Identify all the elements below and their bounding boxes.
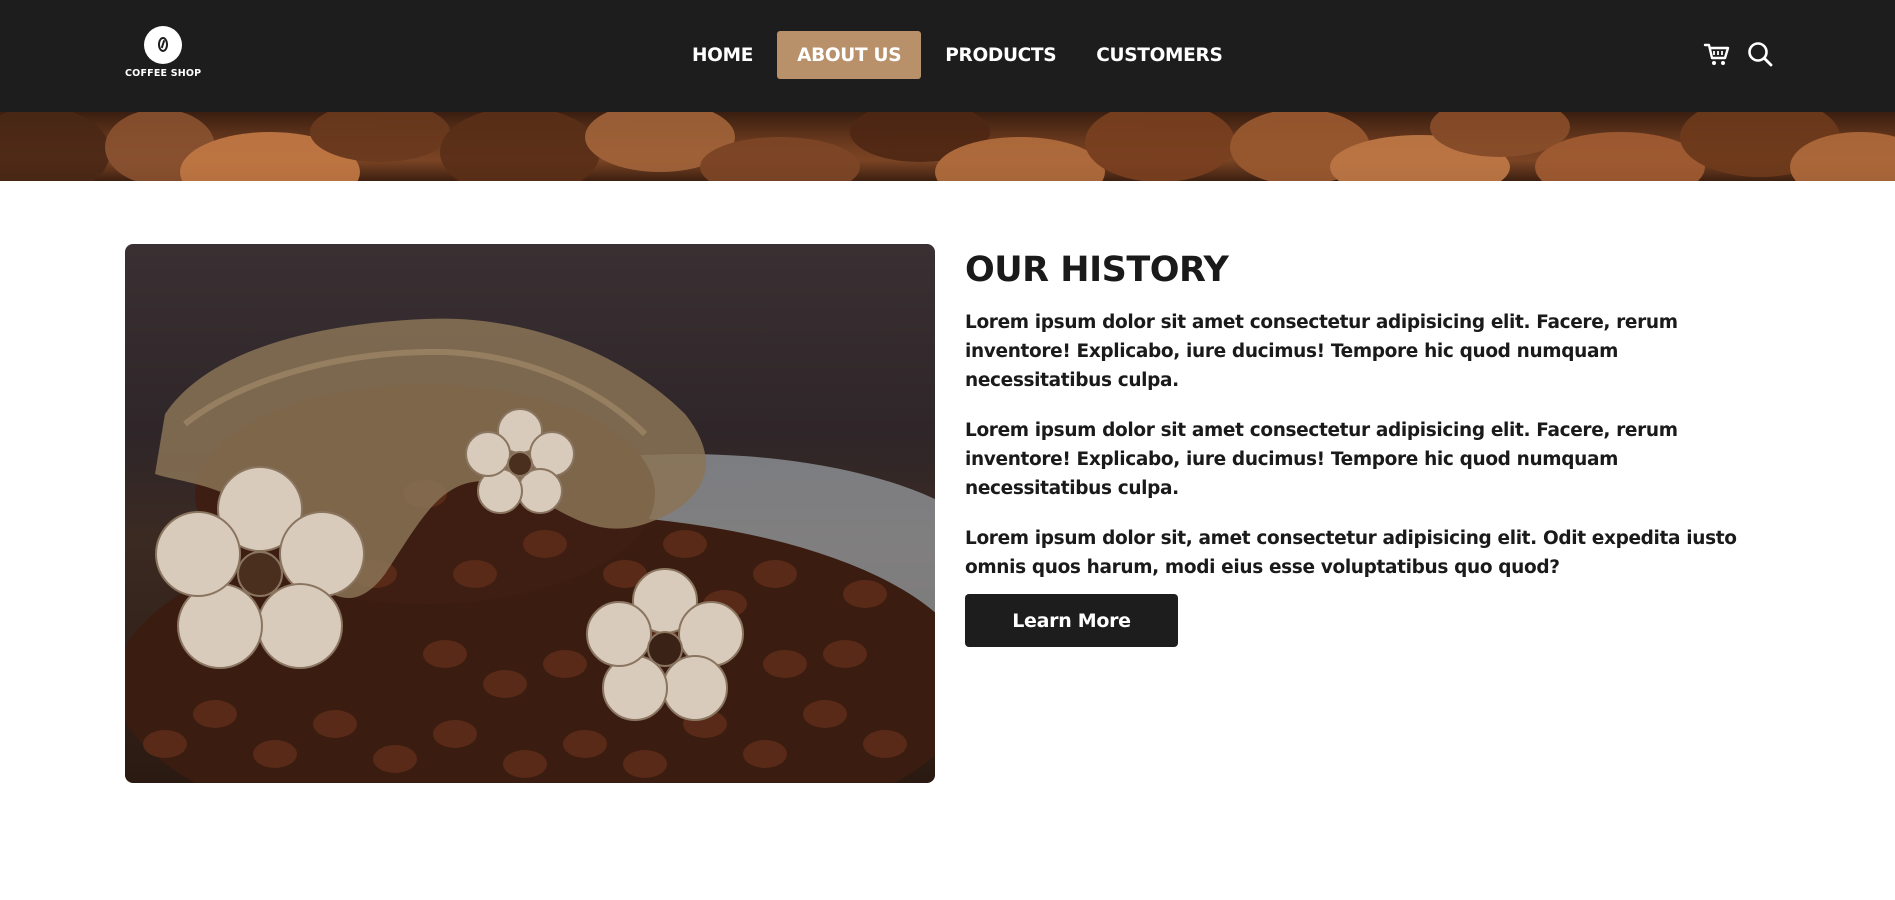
logo-text: COFFEE SHOP [125, 68, 202, 79]
section-title: OUR HISTORY [965, 250, 1229, 290]
history-paragraph-1: Lorem ipsum dolor sit amet consectetur a… [965, 312, 1678, 391]
history-paragraph-2: Lorem ipsum dolor sit amet consectetur a… [965, 420, 1678, 499]
coffee-bean-logo-icon [144, 26, 182, 64]
nav-item-customers[interactable]: CUSTOMERS [1076, 31, 1242, 79]
nav-item-about-us[interactable]: ABOUT US [777, 31, 922, 79]
search-icon[interactable] [1746, 40, 1774, 68]
history-paragraph-3: Lorem ipsum dolor sit, amet consectetur … [965, 528, 1737, 578]
nav-item-products[interactable]: PRODUCTS [925, 31, 1076, 79]
learn-more-button[interactable]: Learn More [965, 594, 1178, 647]
nav-item-home[interactable]: HOME [672, 31, 773, 79]
cart-icon[interactable] [1703, 40, 1731, 68]
main-nav: HOME ABOUT US PRODUCTS CUSTOMERS [672, 31, 1242, 79]
coffee-beans-photo [125, 244, 935, 783]
coffee-beans-banner [0, 112, 1895, 181]
site-header: COFFEE SHOP HOME ABOUT US PRODUCTS CUSTO… [0, 0, 1895, 112]
logo[interactable]: COFFEE SHOP [125, 26, 201, 82]
about-section: OUR HISTORY Lorem ipsum dolor sit amet c… [965, 244, 1765, 647]
